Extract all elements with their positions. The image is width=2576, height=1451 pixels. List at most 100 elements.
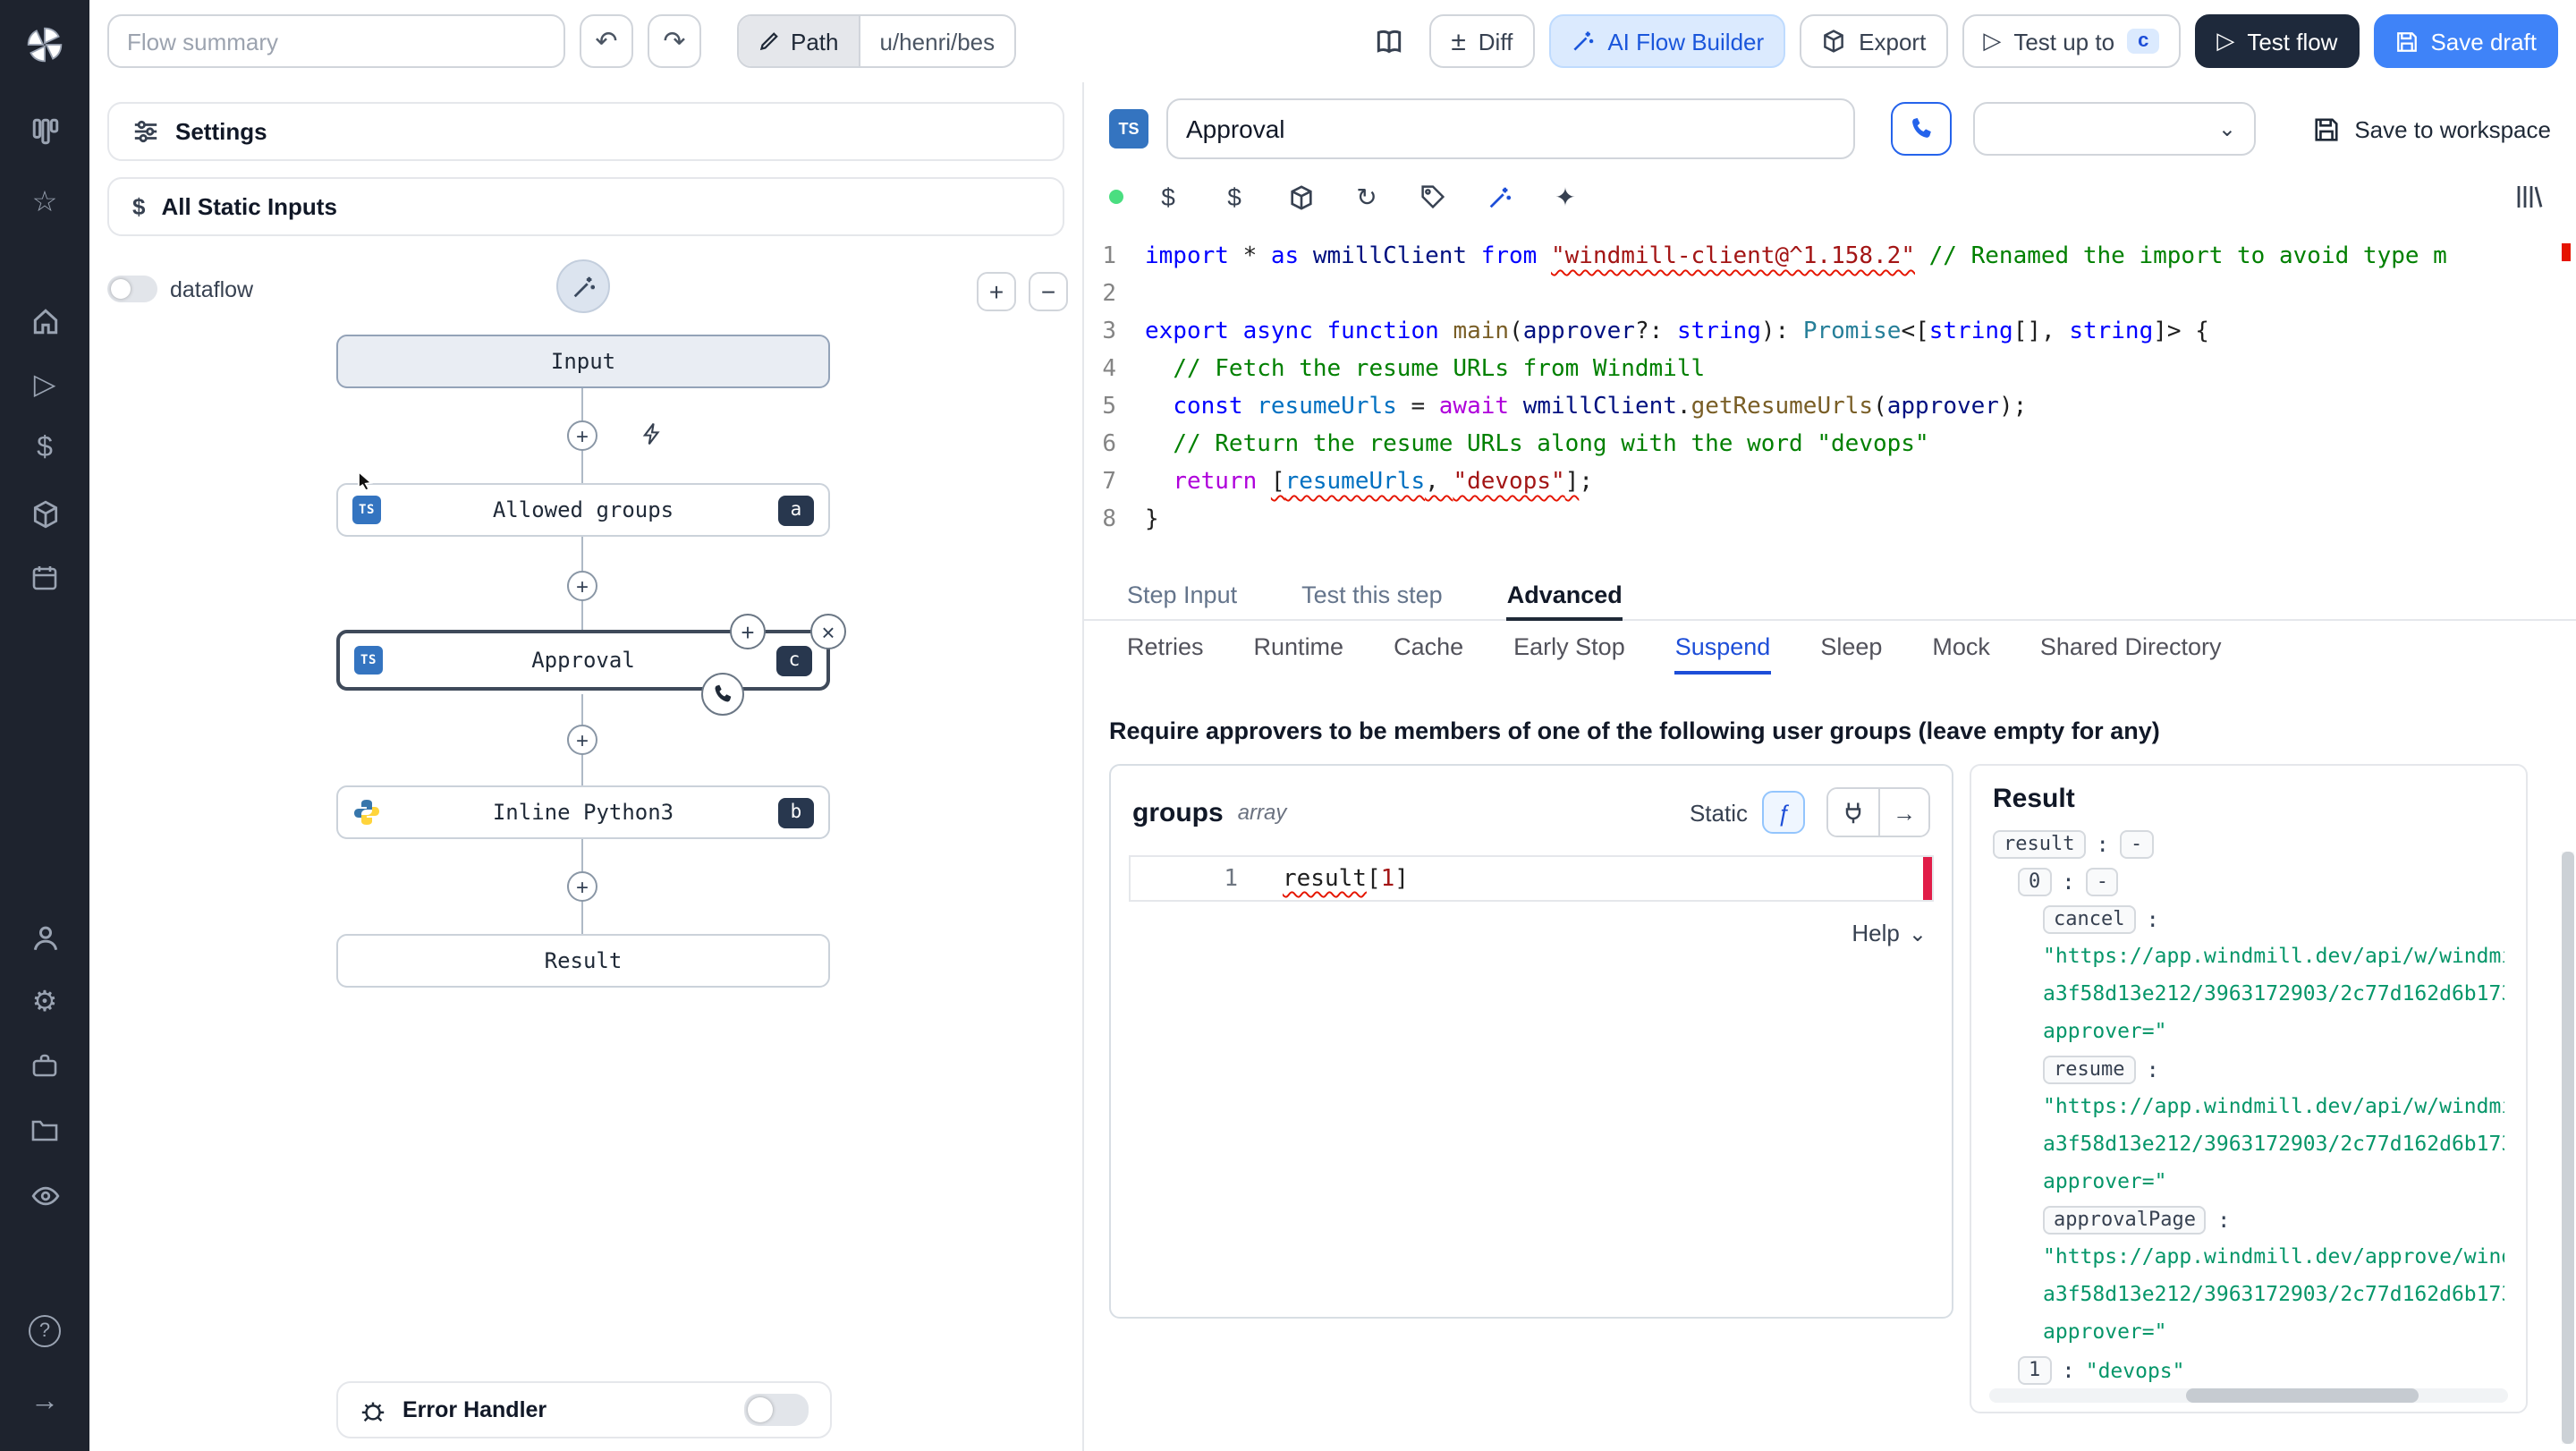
folder-icon[interactable] bbox=[20, 1107, 70, 1154]
add-step-button[interactable]: + bbox=[567, 571, 597, 601]
tab-retries[interactable]: Retries bbox=[1127, 621, 1204, 675]
test-up-to-button[interactable]: ▷ Test up to c bbox=[1962, 14, 2182, 68]
ai-flow-builder-button[interactable]: AI Flow Builder bbox=[1548, 14, 1786, 68]
library-panel-icon[interactable] bbox=[2508, 175, 2551, 218]
home-icon[interactable] bbox=[20, 297, 70, 344]
tab-step-input[interactable]: Step Input bbox=[1127, 571, 1237, 621]
node-inline-python[interactable]: Inline Python3 b bbox=[336, 785, 830, 839]
briefcase-icon bbox=[20, 1043, 70, 1090]
collapse-sidebar-icon[interactable]: → bbox=[20, 1379, 70, 1426]
vertical-scrollbar[interactable] bbox=[2562, 852, 2574, 1444]
add-step-button[interactable]: + bbox=[567, 725, 597, 755]
flow-static-inputs-row[interactable]: $ All Static Inputs bbox=[107, 177, 1064, 236]
result-key[interactable]: 1 bbox=[2018, 1355, 2052, 1384]
dataflow-label: dataflow bbox=[170, 276, 254, 301]
node-label: Allowed groups bbox=[492, 497, 674, 522]
move-step-button[interactable]: + bbox=[730, 614, 766, 649]
undo-button[interactable]: ↶ bbox=[580, 14, 633, 68]
result-key[interactable]: 0 bbox=[2018, 867, 2052, 895]
result-string-line: approver=" bbox=[2043, 1018, 2167, 1043]
dataflow-toggle[interactable] bbox=[107, 276, 157, 302]
tab-sleep[interactable]: Sleep bbox=[1820, 621, 1882, 675]
tab-test-this-step[interactable]: Test this step bbox=[1301, 571, 1443, 621]
tab-suspend[interactable]: Suspend bbox=[1674, 621, 1771, 675]
gear-icon[interactable]: ⚙ bbox=[20, 979, 70, 1025]
arrow-right-button[interactable]: → bbox=[1878, 789, 1928, 836]
kanban-icon[interactable] bbox=[20, 107, 70, 154]
graph-ai-wand-button[interactable] bbox=[556, 259, 610, 313]
dollar-icon-2[interactable]: $ bbox=[1213, 175, 1256, 218]
error-handler-row[interactable]: Error Handler bbox=[336, 1381, 832, 1438]
tab-mock[interactable]: Mock bbox=[1932, 621, 1990, 675]
plug-icon-button[interactable] bbox=[1828, 789, 1878, 836]
code-editor[interactable]: 1 import * as wmillClient from "windmill-… bbox=[1084, 231, 2576, 571]
result-key[interactable]: result bbox=[1993, 829, 2086, 858]
question-mark: ? bbox=[29, 1315, 61, 1347]
suspend-phone-button[interactable] bbox=[1891, 102, 1952, 156]
flow-summary-input[interactable] bbox=[107, 14, 565, 68]
add-step-button[interactable]: + bbox=[567, 420, 597, 451]
tab-early-stop[interactable]: Early Stop bbox=[1513, 621, 1625, 675]
diff-button[interactable]: ± Diff bbox=[1429, 14, 1535, 68]
step-id-badge: a bbox=[778, 495, 814, 525]
tab-runtime[interactable]: Runtime bbox=[1254, 621, 1344, 675]
add-step-button[interactable]: + bbox=[567, 871, 597, 902]
book-icon bbox=[1377, 29, 1401, 53]
node-allowed-groups[interactable]: TS Allowed groups a bbox=[336, 470, 830, 537]
node-result[interactable]: Result bbox=[336, 934, 830, 988]
tab-advanced[interactable]: Advanced bbox=[1506, 571, 1623, 621]
lightning-icon bbox=[642, 422, 660, 445]
zoom-out-button[interactable]: − bbox=[1029, 272, 1068, 311]
toggle-expression-button[interactable]: ƒ bbox=[1762, 791, 1805, 834]
groups-expression-editor[interactable]: 1 result[1] bbox=[1129, 855, 1934, 902]
suspend-phone-icon bbox=[701, 673, 744, 716]
step-id-badge: c bbox=[776, 645, 812, 675]
save-draft-button[interactable]: Save draft bbox=[2373, 14, 2558, 68]
docs-book-button[interactable] bbox=[1361, 14, 1416, 68]
scrollbar-thumb[interactable] bbox=[2562, 852, 2574, 1444]
save-to-workspace-button[interactable]: Save to workspace bbox=[2313, 115, 2551, 142]
horizontal-scrollbar[interactable] bbox=[1989, 1388, 2508, 1403]
reset-refresh-icon[interactable]: ↻ bbox=[1345, 175, 1388, 218]
path-value: u/henri/bes bbox=[879, 28, 996, 55]
package-icon bbox=[1824, 30, 1844, 53]
help-row[interactable]: Help ⌄ bbox=[1111, 902, 1952, 946]
eye-icon[interactable] bbox=[20, 1172, 70, 1218]
result-key[interactable]: approvalPage bbox=[2043, 1205, 2207, 1234]
export-button[interactable]: Export bbox=[1800, 14, 1948, 68]
error-handler-toggle[interactable] bbox=[744, 1394, 809, 1426]
result-key[interactable]: resume bbox=[2043, 1055, 2136, 1083]
python-icon bbox=[352, 798, 381, 827]
help-icon[interactable]: ? bbox=[20, 1308, 70, 1354]
path-button[interactable]: Path bbox=[739, 16, 860, 66]
tab-shared-directory[interactable]: Shared Directory bbox=[2040, 621, 2222, 675]
redo-button[interactable]: ↷ bbox=[648, 14, 701, 68]
calendar-icon[interactable] bbox=[20, 555, 70, 601]
apps-cube-icon[interactable] bbox=[20, 490, 70, 537]
delete-step-button[interactable]: × bbox=[810, 614, 846, 649]
tag-icon[interactable] bbox=[1411, 175, 1454, 218]
node-input[interactable]: Input bbox=[336, 335, 830, 388]
dollar-icon[interactable]: $ bbox=[20, 426, 70, 472]
collapse-toggle[interactable]: - bbox=[2119, 829, 2154, 858]
package-icon[interactable] bbox=[1279, 175, 1322, 218]
zoom-in-button[interactable]: + bbox=[977, 272, 1016, 311]
trigger-bolt-button[interactable] bbox=[640, 422, 664, 445]
user-icon[interactable] bbox=[20, 914, 70, 961]
sidebar: ☆ ▷ $ ⚙ ? → bbox=[0, 0, 89, 1451]
step-name-input[interactable] bbox=[1166, 98, 1855, 159]
scrollbar-thumb[interactable] bbox=[2186, 1388, 2419, 1403]
template-select[interactable]: ⌄ bbox=[1973, 102, 2256, 156]
test-flow-button[interactable]: ▷ Test flow bbox=[2195, 14, 2360, 68]
sliders-icon bbox=[134, 120, 157, 143]
windmill-logo[interactable] bbox=[20, 21, 70, 68]
flow-settings-row[interactable]: Settings bbox=[107, 102, 1064, 161]
dollar-icon[interactable]: $ bbox=[1147, 175, 1190, 218]
collapse-toggle[interactable]: - bbox=[2085, 867, 2119, 895]
play-icon[interactable]: ▷ bbox=[20, 361, 70, 408]
tab-cache[interactable]: Cache bbox=[1394, 621, 1463, 675]
result-key[interactable]: cancel bbox=[2043, 904, 2136, 933]
ai-wand-icon[interactable] bbox=[1478, 175, 1521, 218]
sparkle-icon[interactable]: ✦ bbox=[1544, 175, 1587, 218]
star-icon[interactable]: ☆ bbox=[20, 179, 70, 225]
